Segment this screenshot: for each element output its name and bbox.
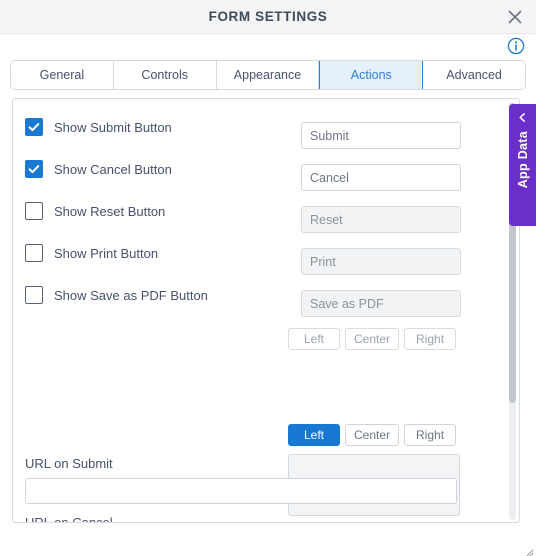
- align-right-button-bottom[interactable]: Right: [404, 424, 457, 446]
- row-show-reset-button: Show Reset Button: [25, 201, 165, 221]
- checkbox-show-reset-button[interactable]: [25, 202, 43, 220]
- url-on-submit-input[interactable]: [25, 478, 457, 504]
- align-left-button-bottom[interactable]: Left: [288, 424, 340, 446]
- label-show-print-button: Show Print Button: [54, 245, 159, 261]
- row-show-submit-button: Show Submit Button: [25, 117, 172, 137]
- tab-actions[interactable]: Actions: [319, 61, 424, 89]
- cancel-button-label-input[interactable]: Cancel: [301, 164, 461, 191]
- alignment-group-bottom: Left Center Right: [288, 424, 457, 446]
- actions-settings-content: Show Submit Button Show Cancel Button Sh…: [13, 99, 519, 523]
- checkbox-show-save-as-pdf-button[interactable]: [25, 286, 43, 304]
- app-data-label: App Data: [515, 131, 530, 189]
- label-show-cancel-button: Show Cancel Button: [54, 161, 172, 177]
- actions-settings-panel: Show Submit Button Show Cancel Button Sh…: [12, 98, 520, 523]
- label-show-reset-button: Show Reset Button: [54, 203, 166, 219]
- info-icon[interactable]: [507, 37, 525, 55]
- row-show-print-button: Show Print Button: [25, 243, 158, 263]
- checkbox-show-cancel-button[interactable]: [25, 160, 43, 178]
- dialog-titlebar: FORM SETTINGS: [0, 0, 536, 34]
- resize-handle[interactable]: [524, 544, 534, 556]
- url-on-submit-label: URL on Submit: [25, 456, 113, 471]
- page-title: FORM SETTINGS: [208, 9, 328, 24]
- save-as-pdf-button-label-input[interactable]: Save as PDF: [301, 290, 461, 317]
- align-center-button-top[interactable]: Center: [345, 328, 400, 350]
- chevron-left-icon: [517, 111, 528, 127]
- tab-advanced[interactable]: Advanced: [423, 61, 525, 89]
- row-show-save-as-pdf-button: Show Save as PDF Button: [25, 285, 208, 305]
- print-button-label-input[interactable]: Print: [301, 248, 461, 275]
- url-on-cancel-label: URL on Cancel: [25, 515, 113, 523]
- tab-controls[interactable]: Controls: [113, 61, 217, 89]
- label-show-submit-button: Show Submit Button: [54, 119, 172, 135]
- align-left-button-top[interactable]: Left: [288, 328, 340, 350]
- close-icon[interactable]: [504, 6, 526, 28]
- alignment-group-top: Left Center Right: [288, 328, 457, 350]
- checkbox-show-submit-button[interactable]: [25, 118, 43, 136]
- row-show-cancel-button: Show Cancel Button: [25, 159, 172, 179]
- align-right-button-top[interactable]: Right: [404, 328, 457, 350]
- submit-button-label-input[interactable]: Submit: [301, 122, 461, 149]
- tab-general[interactable]: General: [11, 61, 114, 89]
- reset-button-label-input[interactable]: Reset: [301, 206, 461, 233]
- label-show-save-as-pdf-button: Show Save as PDF Button: [54, 287, 208, 303]
- settings-tabs: General Controls Appearance Actions Adva…: [10, 60, 526, 90]
- tab-appearance[interactable]: Appearance: [216, 61, 320, 89]
- align-center-button-bottom[interactable]: Center: [345, 424, 400, 446]
- checkbox-show-print-button[interactable]: [25, 244, 43, 262]
- form-settings-dialog: FORM SETTINGS General Controls Appearanc…: [0, 0, 536, 556]
- app-data-tab[interactable]: App Data: [509, 104, 536, 226]
